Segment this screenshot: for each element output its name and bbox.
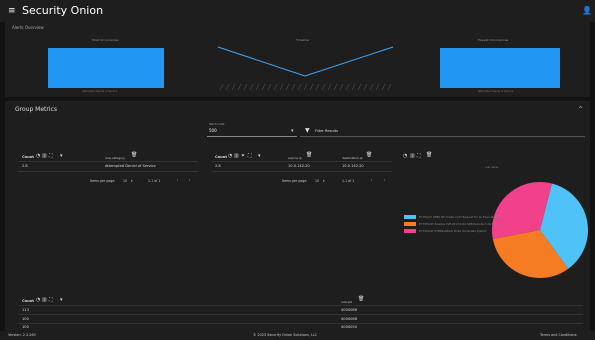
table1-next-icon[interactable]: ›	[189, 178, 190, 182]
footer-copyright[interactable]: © 2023 Security Onion Solutions, LLC	[253, 333, 317, 337]
table2-expand-icon[interactable]: ⛶	[248, 153, 252, 159]
legend-swatch[interactable]	[404, 222, 416, 226]
legend-label[interactable]: ET EXPLOIT ETERNALBLUE Probe Vulnerable …	[419, 230, 486, 233]
table1-count-header[interactable]: Count	[22, 155, 34, 159]
table3-row-count[interactable]: 100	[22, 317, 29, 321]
table1-trash-icon[interactable]: 🗑	[131, 152, 137, 158]
table2-sort-icon[interactable]: ▾	[258, 153, 261, 159]
table1-row-value[interactable]: Attempted Denial of Service	[105, 164, 156, 168]
table2-rows-per-page[interactable]: 10	[315, 179, 319, 183]
table3-sort-icon[interactable]: ▾	[60, 297, 63, 303]
footer-terms-link[interactable]: Terms and Conditions	[540, 333, 576, 337]
table2-pie-icon[interactable]: ◔	[228, 153, 232, 159]
table2-row-count[interactable]: 2.8	[215, 164, 221, 168]
legend-label[interactable]: ET EXPLOIT Possible CVE-2017-0144 SMB Re…	[419, 223, 498, 226]
table2-row-source[interactable]: 10.0.142.20	[288, 164, 310, 168]
legend-label[interactable]: ET POLICY SMB2 NT Create AndX Request Fo…	[419, 216, 502, 219]
menu-icon[interactable]: ≡	[8, 6, 16, 16]
group-metrics-header[interactable]	[5, 101, 590, 121]
table3-count-header[interactable]: Count	[22, 299, 34, 303]
chart-most-title: Most Occurrences	[92, 38, 119, 42]
app-brand[interactable]: Security Onion	[22, 4, 103, 17]
timeline-chart[interactable]	[215, 42, 395, 92]
filter-underline	[300, 136, 585, 137]
table2-col1-header[interactable]: source.ip	[288, 156, 302, 160]
pie-trash-icon[interactable]: 🗑	[426, 152, 432, 158]
table3-col-header[interactable]: rule.sid	[341, 300, 352, 304]
pie-bar-icon[interactable]: ▥	[410, 153, 415, 159]
fetch-limit-underline	[207, 136, 297, 137]
caret-down-icon[interactable]: ▾	[291, 128, 294, 134]
caret-down-icon[interactable]: ▾	[131, 179, 133, 183]
table2-bar-icon[interactable]: ▥	[234, 153, 239, 159]
table2-col1-trash-icon[interactable]: 🗑	[306, 152, 312, 158]
pie-chart-icon[interactable]: ◔	[403, 153, 407, 159]
table1-prev-icon[interactable]: ‹	[177, 178, 178, 182]
table3-bar-icon[interactable]: ▥	[42, 297, 47, 303]
chart-most-bar[interactable]	[48, 48, 164, 88]
table1-rows-per-page-label: Items per page:	[90, 179, 116, 183]
fetch-limit-label: Fetch Limit	[209, 122, 225, 126]
user-icon[interactable]: 👤	[582, 6, 592, 15]
table3-expand-icon[interactable]: ⛶	[49, 297, 53, 303]
filter-icon: ▼	[305, 127, 310, 134]
table1-bar-icon[interactable]: ▥	[42, 153, 47, 159]
chart-fewest-bar[interactable]	[440, 48, 560, 88]
table1-pie-icon[interactable]: ◔	[36, 153, 40, 159]
group-metrics-title: Group Metrics	[15, 106, 57, 113]
table3-trash-icon[interactable]: 🗑	[358, 296, 364, 302]
table1-row-count[interactable]: 2.8	[22, 164, 28, 168]
table3-row-value[interactable]: 4000068	[341, 317, 357, 321]
chevron-up-icon[interactable]: ^	[578, 106, 583, 113]
chart-fewest-title: Fewest Occurrences	[478, 38, 509, 42]
table2-row-destination[interactable]: 10.0.142.20	[342, 164, 364, 168]
legend-swatch[interactable]	[404, 215, 416, 219]
fetch-limit-select[interactable]: 500	[209, 128, 217, 133]
table3-row-value[interactable]: 4000050	[341, 325, 357, 329]
table2-range: 1-1 of 1	[342, 179, 355, 183]
table2-filter-icon[interactable]: ⏷	[241, 153, 245, 159]
table2-prev-icon[interactable]: ‹	[371, 178, 372, 182]
caret-down-icon[interactable]: ▾	[323, 179, 325, 183]
table1-col-header[interactable]: rule.category	[105, 156, 125, 160]
footer-version: Version: 2.3.260	[8, 333, 36, 337]
filter-input[interactable]: Filter Results	[315, 129, 338, 133]
pie-chart[interactable]	[490, 175, 590, 285]
table2-rows-per-page-label: Items per page:	[282, 179, 308, 183]
table1-rows-per-page[interactable]: 10	[123, 179, 127, 183]
chart-most-bar-label: Attempted Denial of Service	[82, 90, 118, 93]
table3-row-count[interactable]: 100	[22, 325, 29, 329]
table1-expand-icon[interactable]: ⛶	[49, 153, 53, 159]
pie-expand-icon[interactable]: ⛶	[417, 153, 421, 159]
chart-fewest-bar-label: Attempted Denial of Service	[478, 90, 514, 93]
table1-sort-icon[interactable]: ▾	[60, 153, 63, 159]
overview-title: Alerts Overview	[12, 25, 44, 30]
table1-range: 1-1 of 1	[148, 179, 161, 183]
table2-col2-trash-icon[interactable]: 🗑	[366, 152, 372, 158]
pie-title: rule.name	[485, 166, 499, 169]
legend-swatch[interactable]	[404, 229, 416, 233]
table2-col2-header[interactable]: destination.ip	[342, 156, 363, 160]
table3-row-value[interactable]: 4000066	[341, 308, 357, 312]
table3-row-count[interactable]: 113	[22, 308, 29, 312]
table3-pie-icon[interactable]: ◔	[36, 297, 40, 303]
table2-next-icon[interactable]: ›	[384, 178, 385, 182]
table2-count-header[interactable]: Count	[215, 155, 227, 159]
